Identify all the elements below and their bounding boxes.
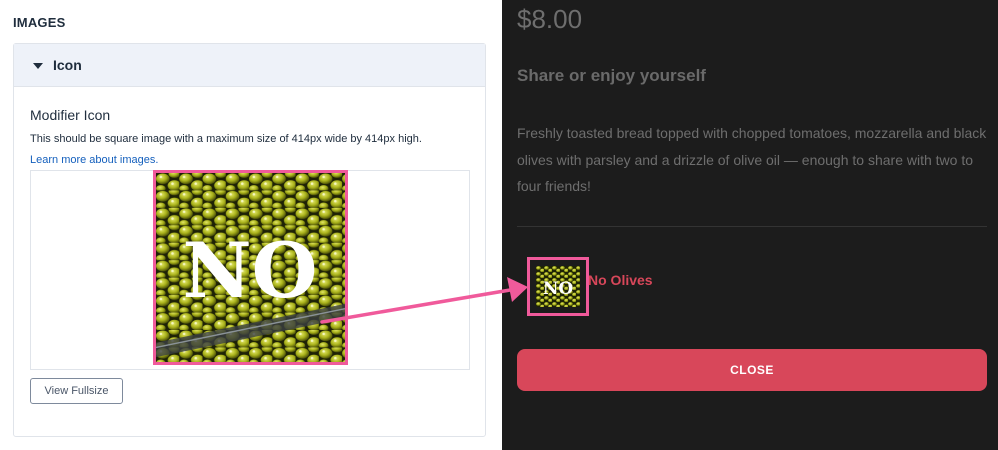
olive-image: NO <box>536 266 580 307</box>
help-text: This should be square image with a maxim… <box>30 133 422 145</box>
modifier-icon-thumbnail[interactable]: NO <box>527 257 589 316</box>
modifier-icon-overlay-text: NO <box>543 279 574 299</box>
product-description: Freshly toasted bread topped with choppe… <box>517 125 987 194</box>
admin-panel: IMAGES Icon Modifier Icon This should be… <box>0 0 502 450</box>
olive-image: NO <box>156 173 345 362</box>
caret-down-icon <box>33 62 43 69</box>
learn-more-link[interactable]: Learn more about images. <box>30 154 158 166</box>
product-price: $8.00 <box>517 4 583 34</box>
card-header-label: Icon <box>53 57 82 73</box>
modifier-icon-image: NO <box>153 170 348 365</box>
product-subtitle: Share or enjoy yourself <box>517 66 706 85</box>
modifier-name[interactable]: No Olives <box>588 272 653 288</box>
product-modal: $8.00 Share or enjoy yourself Freshly to… <box>502 0 998 450</box>
image-overlay-text: NO <box>183 226 318 315</box>
view-fullsize-button[interactable]: View Fullsize <box>30 378 123 404</box>
close-button[interactable]: CLOSE <box>517 349 987 391</box>
icon-card-header[interactable]: Icon <box>14 44 485 87</box>
field-label: Modifier Icon <box>30 107 111 123</box>
divider <box>517 226 987 227</box>
section-heading: IMAGES <box>13 15 66 30</box>
